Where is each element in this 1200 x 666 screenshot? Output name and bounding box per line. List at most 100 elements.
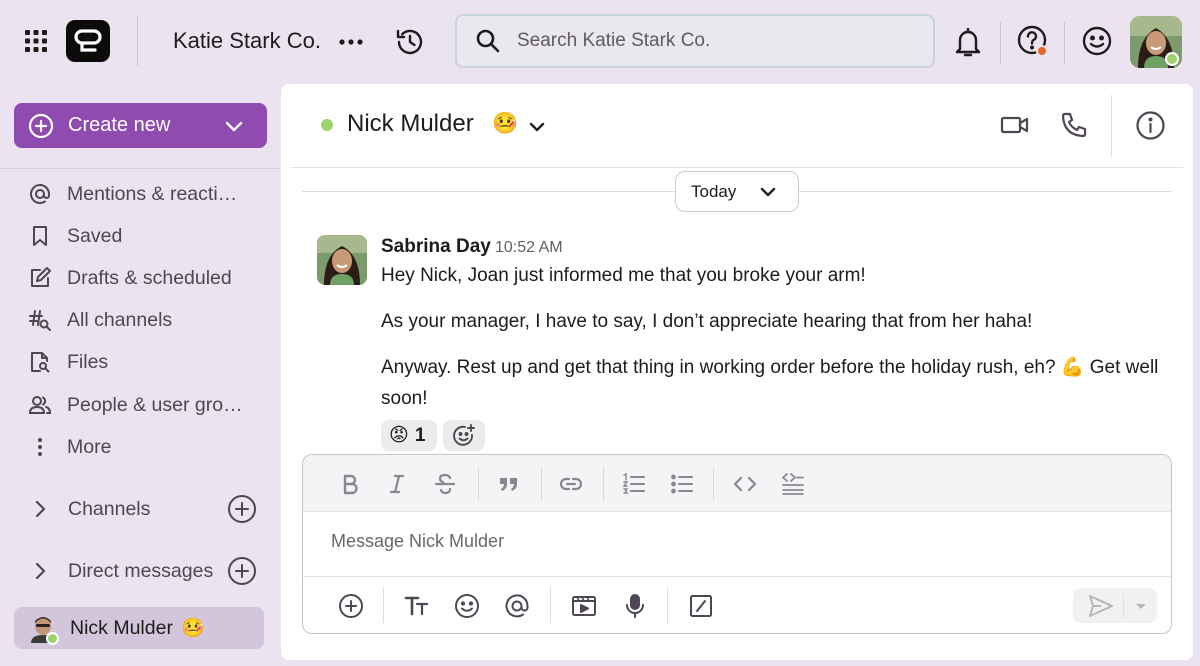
mention-icon[interactable] xyxy=(503,592,531,620)
plus-circle-icon[interactable] xyxy=(337,592,365,620)
sidebar-item-label: More xyxy=(67,435,112,458)
sidebar-item-files[interactable]: Files xyxy=(28,346,268,378)
reaction-emoji: 😡 xyxy=(389,425,409,446)
chevron-down-icon xyxy=(225,121,243,132)
divider xyxy=(1064,22,1065,64)
microphone-icon[interactable] xyxy=(621,592,649,620)
send-button-group xyxy=(1073,588,1157,623)
header-divider xyxy=(290,167,1183,168)
divider xyxy=(137,16,138,66)
sidebar-item-label: Mentions & reacti… xyxy=(67,182,238,205)
link-icon[interactable] xyxy=(558,471,584,497)
message-author[interactable]: Sabrina Day xyxy=(381,236,491,258)
reaction-pill[interactable]: 😡 1 xyxy=(381,420,437,451)
create-new-button[interactable]: Create new xyxy=(14,103,267,148)
reaction-count: 1 xyxy=(414,424,426,446)
text-format-icon[interactable] xyxy=(403,592,431,620)
at-icon xyxy=(30,184,50,204)
caret-down-icon[interactable] xyxy=(1132,597,1150,615)
app-logo[interactable] xyxy=(66,20,110,62)
search-icon xyxy=(476,29,500,53)
info-icon[interactable] xyxy=(1135,110,1166,141)
divider xyxy=(713,467,714,501)
add-reaction-button[interactable] xyxy=(443,420,485,451)
message-input[interactable]: Message Nick Mulder xyxy=(331,531,1131,552)
people-icon xyxy=(28,396,52,414)
add-channel-icon[interactable] xyxy=(226,493,258,525)
sidebar-item-label: People & user gro… xyxy=(67,393,243,416)
ordered-list-icon[interactable] xyxy=(621,471,647,497)
divider xyxy=(1000,22,1001,64)
sidebar-item-drafts[interactable]: Drafts & scheduled xyxy=(28,262,268,294)
chevron-right-icon[interactable] xyxy=(28,497,52,521)
more-vertical-icon xyxy=(38,438,42,456)
message-composer: Message Nick Mulder xyxy=(302,454,1172,634)
dm-name: Nick Mulder xyxy=(70,616,173,639)
chevron-down-icon xyxy=(761,187,776,196)
status-emoji: 🤒 xyxy=(492,112,519,135)
message-text: Hey Nick, Joan just informed me that you… xyxy=(381,265,866,286)
phone-icon[interactable] xyxy=(1060,111,1088,139)
bookmark-icon xyxy=(33,226,47,246)
formatting-toolbar xyxy=(303,455,1171,512)
divider xyxy=(478,467,479,501)
app-grid-icon[interactable] xyxy=(22,27,50,55)
top-bar: Katie Stark Co. Search Katie Stark Co. xyxy=(0,0,1200,84)
chevron-right-icon[interactable] xyxy=(28,559,52,583)
smiley-icon[interactable] xyxy=(453,592,481,620)
code-icon[interactable] xyxy=(732,471,758,497)
composer-divider xyxy=(303,576,1171,577)
history-icon[interactable] xyxy=(394,26,426,58)
workspace-name[interactable]: Katie Stark Co. xyxy=(173,28,321,54)
section-label[interactable]: Direct messages xyxy=(68,560,213,583)
divider xyxy=(603,467,604,501)
presence-indicator xyxy=(321,119,333,131)
chevron-down-icon[interactable] xyxy=(526,116,548,138)
video-clip-icon[interactable] xyxy=(570,592,598,620)
divider xyxy=(1111,95,1112,157)
edit-icon xyxy=(31,267,51,287)
code-block-icon[interactable] xyxy=(780,471,806,497)
add-reaction-icon xyxy=(453,423,475,446)
message-avatar[interactable] xyxy=(317,235,367,285)
message-timestamp[interactable]: 10:52 AM xyxy=(495,239,563,257)
sidebar-item-label: Drafts & scheduled xyxy=(67,266,232,289)
sidebar-item-label: Saved xyxy=(67,224,123,247)
bold-icon[interactable] xyxy=(337,471,363,497)
sidebar-item-label: All channels xyxy=(67,308,173,331)
conversation-title[interactable]: Nick Mulder xyxy=(347,110,474,138)
sidebar-item-all-channels[interactable]: All channels xyxy=(28,304,268,336)
send-icon[interactable] xyxy=(1087,592,1115,620)
divider xyxy=(541,467,542,501)
bulleted-list-icon[interactable] xyxy=(669,471,695,497)
slash-command-icon[interactable] xyxy=(687,592,715,620)
sidebar-dm-nick-mulder[interactable]: Nick Mulder 🤒 xyxy=(14,607,264,649)
message-text: As your manager, I have to say, I don’t … xyxy=(381,311,1033,332)
sidebar-item-saved[interactable]: Saved xyxy=(28,220,268,252)
create-new-label: Create new xyxy=(68,114,171,136)
smiley-icon[interactable] xyxy=(1081,25,1113,57)
add-dm-icon[interactable] xyxy=(226,555,258,587)
video-call-icon[interactable] xyxy=(1000,110,1030,140)
presence-indicator xyxy=(1165,52,1179,66)
day-label: Today xyxy=(691,181,737,201)
help-icon[interactable] xyxy=(1016,24,1050,58)
sidebar-item-label: Files xyxy=(67,350,109,373)
sidebar-item-mentions[interactable]: Mentions & reacti… xyxy=(28,178,268,210)
search-bar[interactable]: Search Katie Stark Co. xyxy=(455,14,935,68)
divider xyxy=(383,587,384,623)
day-divider-button[interactable]: Today xyxy=(675,171,799,212)
divider xyxy=(550,587,551,623)
channel-search-icon xyxy=(29,310,51,331)
bell-icon[interactable] xyxy=(954,26,982,58)
quote-icon[interactable] xyxy=(496,471,522,497)
more-horizontal-icon[interactable] xyxy=(338,30,364,54)
message-text: Anyway. Rest up and get that thing in wo… xyxy=(381,357,1159,409)
sidebar-item-more[interactable]: More xyxy=(28,431,268,463)
italic-icon[interactable] xyxy=(384,471,410,497)
sidebar-item-people[interactable]: People & user gro… xyxy=(28,389,268,421)
section-label[interactable]: Channels xyxy=(68,498,150,521)
strikethrough-icon[interactable] xyxy=(432,471,458,497)
divider xyxy=(667,587,668,623)
presence-indicator xyxy=(46,632,59,645)
